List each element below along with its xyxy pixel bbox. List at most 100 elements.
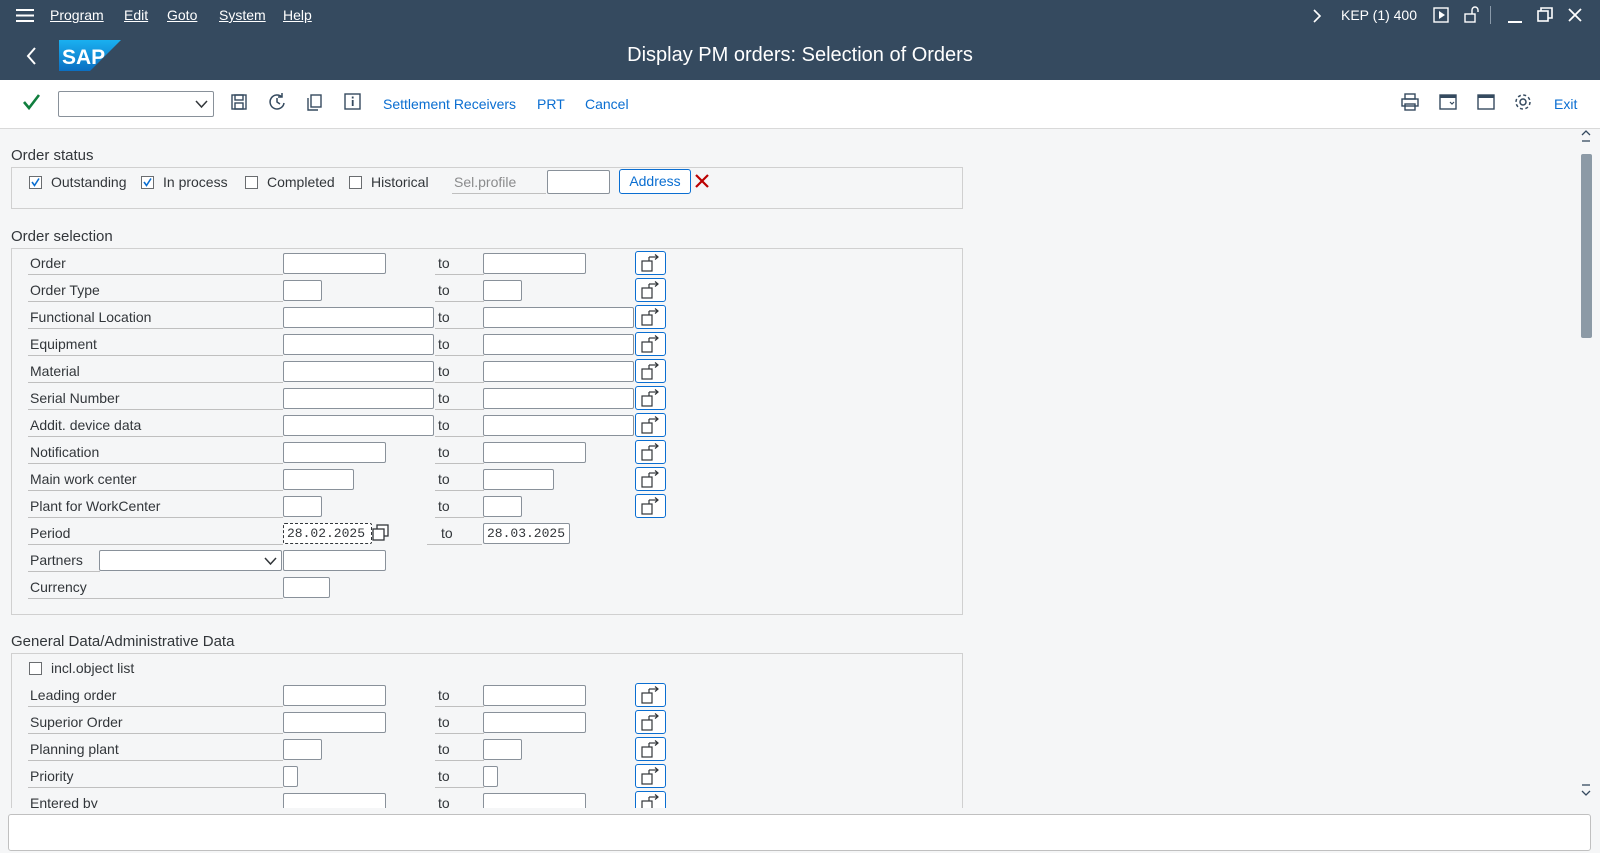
range-from-input[interactable] (283, 469, 354, 490)
address-button[interactable]: Address (619, 169, 691, 194)
completed-checkbox[interactable] (245, 176, 258, 189)
range-from-input[interactable] (283, 334, 434, 355)
range-from-input[interactable] (283, 280, 322, 301)
menu-edit[interactable]: Edit (124, 7, 148, 23)
general-data-label: Planning plant (28, 738, 283, 761)
menu-program[interactable]: Program (50, 7, 104, 23)
multiple-selection-button[interactable] (635, 413, 666, 437)
order-selection-label: Order (28, 252, 283, 275)
range-from-input[interactable] (283, 442, 386, 463)
multiple-selection-button[interactable] (635, 494, 666, 518)
period-from-input[interactable]: 28.02.2025 (283, 523, 372, 544)
play-icon[interactable] (1433, 7, 1449, 23)
outstanding-label: Outstanding (51, 174, 127, 190)
range-to-input[interactable] (483, 388, 634, 409)
sel-profile-input[interactable] (547, 170, 610, 194)
to-label: to (435, 333, 484, 356)
range-from-input[interactable] (283, 253, 386, 274)
vertical-scrollbar[interactable] (1579, 128, 1593, 810)
menu-bar: Program Edit Goto System Help KEP (1) 40… (0, 0, 1600, 31)
chevron-down-icon[interactable] (264, 557, 277, 566)
range-from-input[interactable] (283, 766, 298, 787)
incl-object-list-checkbox[interactable] (29, 662, 42, 675)
scroll-up-icon[interactable] (1581, 130, 1591, 142)
new-window-icon[interactable] (1438, 92, 1462, 116)
menu-goto[interactable]: Goto (167, 7, 197, 23)
partners-input[interactable] (283, 550, 386, 571)
in-process-checkbox[interactable] (141, 176, 154, 189)
hamburger-menu-icon[interactable] (16, 8, 34, 23)
historical-checkbox[interactable] (349, 176, 362, 189)
settings-icon[interactable] (1513, 92, 1537, 116)
info-icon[interactable] (343, 92, 367, 116)
separator (1490, 6, 1491, 24)
range-from-input[interactable] (283, 388, 434, 409)
range-from-input[interactable] (283, 739, 322, 760)
range-to-input[interactable] (483, 253, 586, 274)
close-icon[interactable] (1568, 8, 1582, 22)
multiple-selection-icon (641, 713, 659, 731)
refresh-clock-icon[interactable] (267, 92, 291, 116)
range-from-input[interactable] (283, 496, 322, 517)
multiple-selection-button[interactable] (635, 251, 666, 275)
outstanding-checkbox[interactable] (29, 176, 42, 189)
window-icon[interactable] (1476, 92, 1500, 116)
range-from-input[interactable] (283, 685, 386, 706)
menu-system[interactable]: System (219, 7, 266, 23)
to-label: to (435, 495, 484, 518)
multiple-selection-button[interactable] (635, 737, 666, 761)
range-to-input[interactable] (483, 334, 634, 355)
prt-button[interactable]: PRT (537, 96, 565, 112)
multiple-selection-button[interactable] (635, 278, 666, 302)
range-to-input[interactable] (483, 712, 586, 733)
save-icon[interactable] (230, 92, 254, 116)
to-label: to (435, 252, 484, 275)
range-to-input[interactable] (483, 685, 586, 706)
range-from-input[interactable] (283, 307, 434, 328)
chevron-down-icon[interactable] (195, 100, 208, 109)
currency-input[interactable] (283, 577, 330, 598)
multiple-selection-button[interactable] (635, 332, 666, 356)
multiple-selection-button[interactable] (635, 359, 666, 383)
checkmark-icon[interactable] (21, 92, 45, 116)
multiple-selection-button[interactable] (635, 764, 666, 788)
range-from-input[interactable] (283, 712, 386, 733)
scroll-down-icon[interactable] (1581, 784, 1591, 796)
range-from-input[interactable] (283, 415, 434, 436)
range-from-input[interactable] (283, 361, 434, 382)
maximize-icon[interactable] (1537, 7, 1553, 23)
to-label: to (435, 468, 484, 491)
cancel-button[interactable]: Cancel (585, 96, 629, 112)
unlock-icon[interactable] (1463, 6, 1481, 24)
partners-role-dropdown[interactable] (99, 550, 282, 571)
print-icon[interactable] (1400, 92, 1424, 116)
range-to-input[interactable] (483, 361, 634, 382)
settlement-receivers-button[interactable]: Settlement Receivers (383, 96, 516, 112)
multiple-selection-button[interactable] (635, 305, 666, 329)
exit-button[interactable]: Exit (1554, 96, 1577, 112)
multiple-selection-button[interactable] (635, 440, 666, 464)
range-to-input[interactable] (483, 496, 522, 517)
sel-profile-label: Sel.profile (452, 171, 546, 194)
range-to-input[interactable] (483, 442, 586, 463)
multiple-selection-button[interactable] (635, 386, 666, 410)
period-to-input[interactable]: 28.03.2025 (483, 523, 570, 544)
copy-icon[interactable] (305, 92, 329, 116)
range-to-input[interactable] (483, 766, 498, 787)
multiple-selection-button[interactable] (635, 467, 666, 491)
chevron-right-icon[interactable] (1312, 9, 1322, 23)
scroll-thumb[interactable] (1581, 154, 1592, 338)
range-to-input[interactable] (483, 739, 522, 760)
range-to-input[interactable] (483, 469, 554, 490)
range-to-input[interactable] (483, 307, 634, 328)
multiple-selection-button[interactable] (635, 683, 666, 707)
value-help-icon[interactable] (372, 524, 390, 542)
command-field[interactable] (58, 91, 214, 117)
order-selection-label: Order Type (28, 279, 283, 302)
range-to-input[interactable] (483, 415, 634, 436)
minimize-icon[interactable] (1507, 8, 1523, 24)
range-to-input[interactable] (483, 280, 522, 301)
multiple-selection-button[interactable] (635, 710, 666, 734)
menu-help[interactable]: Help (283, 7, 312, 23)
delete-icon[interactable] (695, 174, 709, 188)
